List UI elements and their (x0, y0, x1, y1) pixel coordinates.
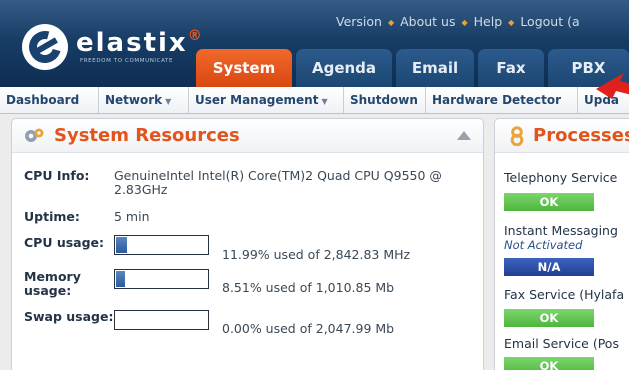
about-us-link[interactable]: About us (400, 14, 455, 29)
cpu-info-label: CPU Info: (24, 168, 90, 183)
separator-dot-icon: ◆ (461, 18, 468, 27)
uptime-label: Uptime: (24, 209, 80, 224)
memory-usage-meter-fill (116, 271, 126, 287)
submenu-hardware-detector[interactable]: Hardware Detector (426, 87, 578, 113)
submenu-shutdown-label: Shutdown (350, 93, 418, 107)
swap-usage-label: Swap usage: (24, 309, 114, 324)
app-logo-text[interactable]: elastix® (76, 28, 204, 58)
submenu-hardware-detector-label: Hardware Detector (432, 93, 562, 107)
tab-fax[interactable]: Fax (478, 49, 544, 87)
process-telephony-name: Telephony Service (504, 170, 618, 185)
process-telephony-status[interactable]: OK (504, 193, 594, 211)
memory-usage-label-line1: Memory (24, 269, 81, 284)
processes-panel: Processes Telephony Service OK Instant M… (494, 118, 629, 370)
logout-link[interactable]: Logout (a (520, 14, 579, 29)
cpu-usage-text: 11.99% used of 2,842.83 MHz (222, 247, 411, 262)
chevron-down-icon: ▼ (165, 97, 172, 106)
process-im-name: Instant Messaging (504, 223, 618, 238)
swap-usage-meter (114, 310, 209, 330)
cpu-info-value-line1: GenuineIntel Intel(R) Core(TM)2 Quad CPU… (114, 168, 442, 183)
memory-usage-text: 8.51% used of 1,010.85 Mb (222, 280, 395, 295)
submenu-dashboard-label: Dashboard (6, 93, 80, 107)
app-tagline: FREEDOM TO COMMUNICATE (80, 58, 174, 64)
process-im-note: Not Activated (504, 238, 583, 252)
submenu-shutdown[interactable]: Shutdown (344, 87, 426, 113)
tab-agenda[interactable]: Agenda (296, 49, 392, 87)
tab-email[interactable]: Email (396, 49, 474, 87)
panel-title: Processes (533, 125, 629, 146)
triangle-up-icon[interactable] (457, 131, 471, 140)
cpu-usage-meter (114, 235, 209, 255)
separator-dot-icon: ◆ (508, 18, 515, 27)
elastix-logo-icon[interactable] (22, 24, 68, 70)
top-links: Version ◆ About us ◆ Help ◆ Logout (a (336, 14, 580, 32)
tab-system[interactable]: System (196, 49, 292, 87)
memory-usage-meter (114, 269, 209, 289)
uptime-value: 5 min (114, 209, 150, 224)
swap-usage-text: 0.00% used of 2,047.99 Mb (222, 321, 395, 336)
submenu-network-label: Network (105, 93, 163, 107)
process-email-name: Email Service (Pos (504, 336, 619, 351)
app-header: elastix® FREEDOM TO COMMUNICATE Version ◆… (0, 0, 629, 87)
submenu-user-management-label: User Management (195, 93, 319, 107)
system-resources-panel: System Resources CPU Info: GenuineIntel … (11, 118, 484, 370)
chevron-down-icon: ▼ (321, 97, 328, 106)
number-eight-icon (510, 126, 524, 146)
submenu-network[interactable]: Network ▼ (99, 87, 189, 113)
submenu-dashboard[interactable]: Dashboard (0, 87, 99, 113)
process-im-status[interactable]: N/A (504, 258, 594, 276)
panel-header: Processes (495, 119, 629, 153)
cpu-info-value-line2: 2.83GHz (114, 182, 168, 197)
process-fax-name: Fax Service (Hylafa (504, 287, 625, 302)
help-link[interactable]: Help (474, 14, 503, 29)
main-tabs: System Agenda Email Fax PBX (196, 49, 629, 87)
separator-dot-icon: ◆ (387, 18, 395, 27)
cpu-usage-label: CPU usage: (24, 235, 105, 250)
submenu-user-management[interactable]: User Management ▼ (189, 87, 344, 113)
panel-header: System Resources (12, 119, 483, 153)
panel-title: System Resources (54, 125, 240, 146)
process-fax-status[interactable]: OK (504, 309, 594, 327)
gears-icon (25, 128, 44, 142)
submenu-bar: Dashboard Network ▼ User Management ▼ Shut… (0, 87, 629, 114)
cpu-usage-meter-fill (116, 237, 128, 253)
red-arrow-icon (596, 73, 629, 99)
memory-usage-label-line2: usage: (24, 283, 72, 298)
version-link[interactable]: Version (336, 14, 382, 29)
process-email-status[interactable]: OK (504, 357, 594, 370)
